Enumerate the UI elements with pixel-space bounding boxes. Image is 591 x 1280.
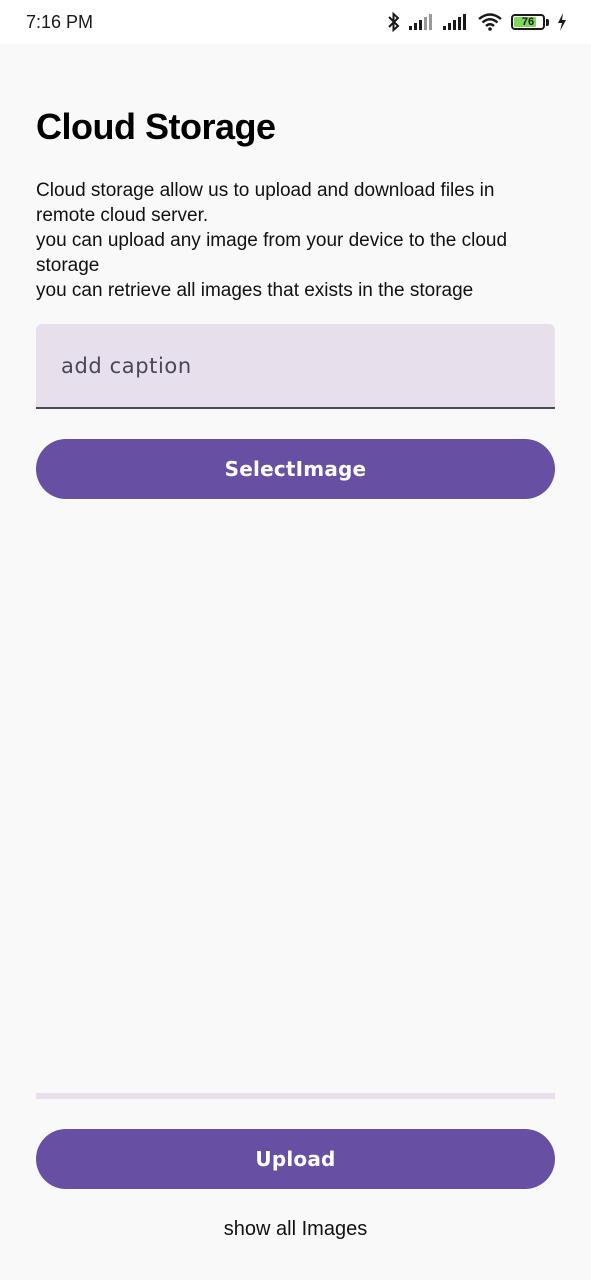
description-line: Cloud storage allow us to upload and dow… [36, 180, 495, 201]
signal-icon [443, 13, 469, 31]
status-icons: 76 [387, 12, 567, 32]
status-time: 7:16 PM [26, 11, 94, 32]
description-line: you can retrieve all images that exists … [36, 280, 474, 301]
signal-icon [409, 13, 435, 31]
upload-button[interactable]: Upload [36, 1129, 555, 1189]
charging-icon [557, 13, 567, 31]
status-bar: 7:16 PM 76 [0, 0, 591, 44]
main-content: Cloud Storage Cloud storage allow us to … [36, 44, 555, 303]
wifi-icon [477, 12, 503, 32]
description: Cloud storage allow us to upload and dow… [36, 178, 555, 303]
select-image-button[interactable]: SelectImage [36, 439, 555, 499]
battery-icon: 76 [511, 14, 549, 30]
page-title: Cloud Storage [36, 106, 276, 147]
caption-input[interactable] [61, 353, 555, 378]
battery-level: 76 [521, 16, 535, 28]
caption-field[interactable] [36, 324, 555, 409]
description-line: you can upload any image from your devic… [36, 230, 508, 251]
description-line: storage [36, 255, 100, 276]
upload-progress-bar [36, 1093, 555, 1099]
bluetooth-icon [387, 12, 401, 32]
description-line: remote cloud server. [36, 205, 209, 226]
show-all-images-link[interactable]: show all Images [0, 1218, 591, 1241]
